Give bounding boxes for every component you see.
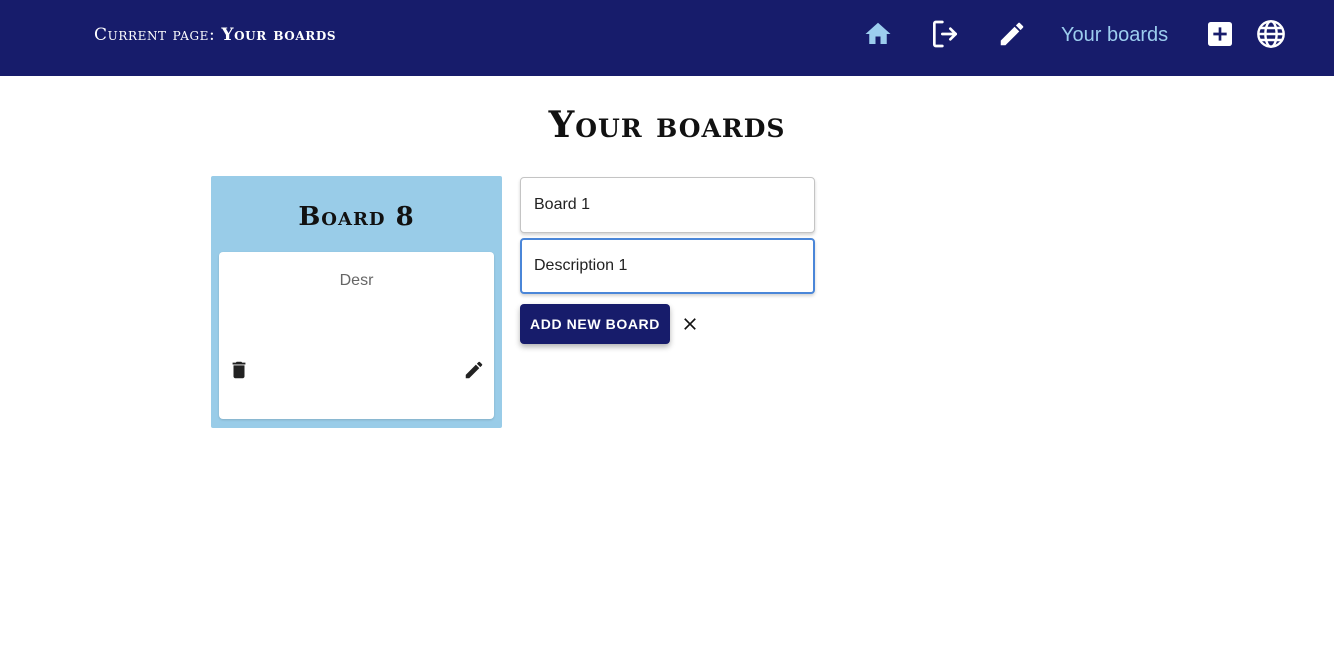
current-page-name: Your boards xyxy=(221,25,337,45)
close-icon[interactable] xyxy=(678,312,702,336)
board-description-input[interactable] xyxy=(520,238,815,294)
pencil-icon[interactable] xyxy=(460,356,488,384)
nav-link-your-boards[interactable]: Your boards xyxy=(1061,24,1168,47)
home-icon[interactable] xyxy=(861,17,895,51)
board-card[interactable]: Board 8 Desr xyxy=(211,176,502,428)
app-header: Current page: Your boards Your boards xyxy=(0,0,1334,76)
board-description: Desr xyxy=(339,272,374,289)
board-card-body: Desr xyxy=(219,252,494,419)
add-box-icon[interactable] xyxy=(1203,17,1237,51)
globe-icon[interactable] xyxy=(1254,17,1288,51)
board-title: Board 8 xyxy=(298,202,415,232)
trash-icon[interactable] xyxy=(225,356,253,384)
logout-icon[interactable] xyxy=(928,17,962,51)
add-new-board-button[interactable]: Add new board xyxy=(520,304,670,344)
current-page-indicator: Current page: Your boards xyxy=(94,25,336,45)
current-page-label: Current page: xyxy=(94,25,216,45)
page-title: Your boards xyxy=(548,104,786,146)
pencil-icon[interactable] xyxy=(995,17,1029,51)
board-name-input[interactable] xyxy=(520,177,815,233)
